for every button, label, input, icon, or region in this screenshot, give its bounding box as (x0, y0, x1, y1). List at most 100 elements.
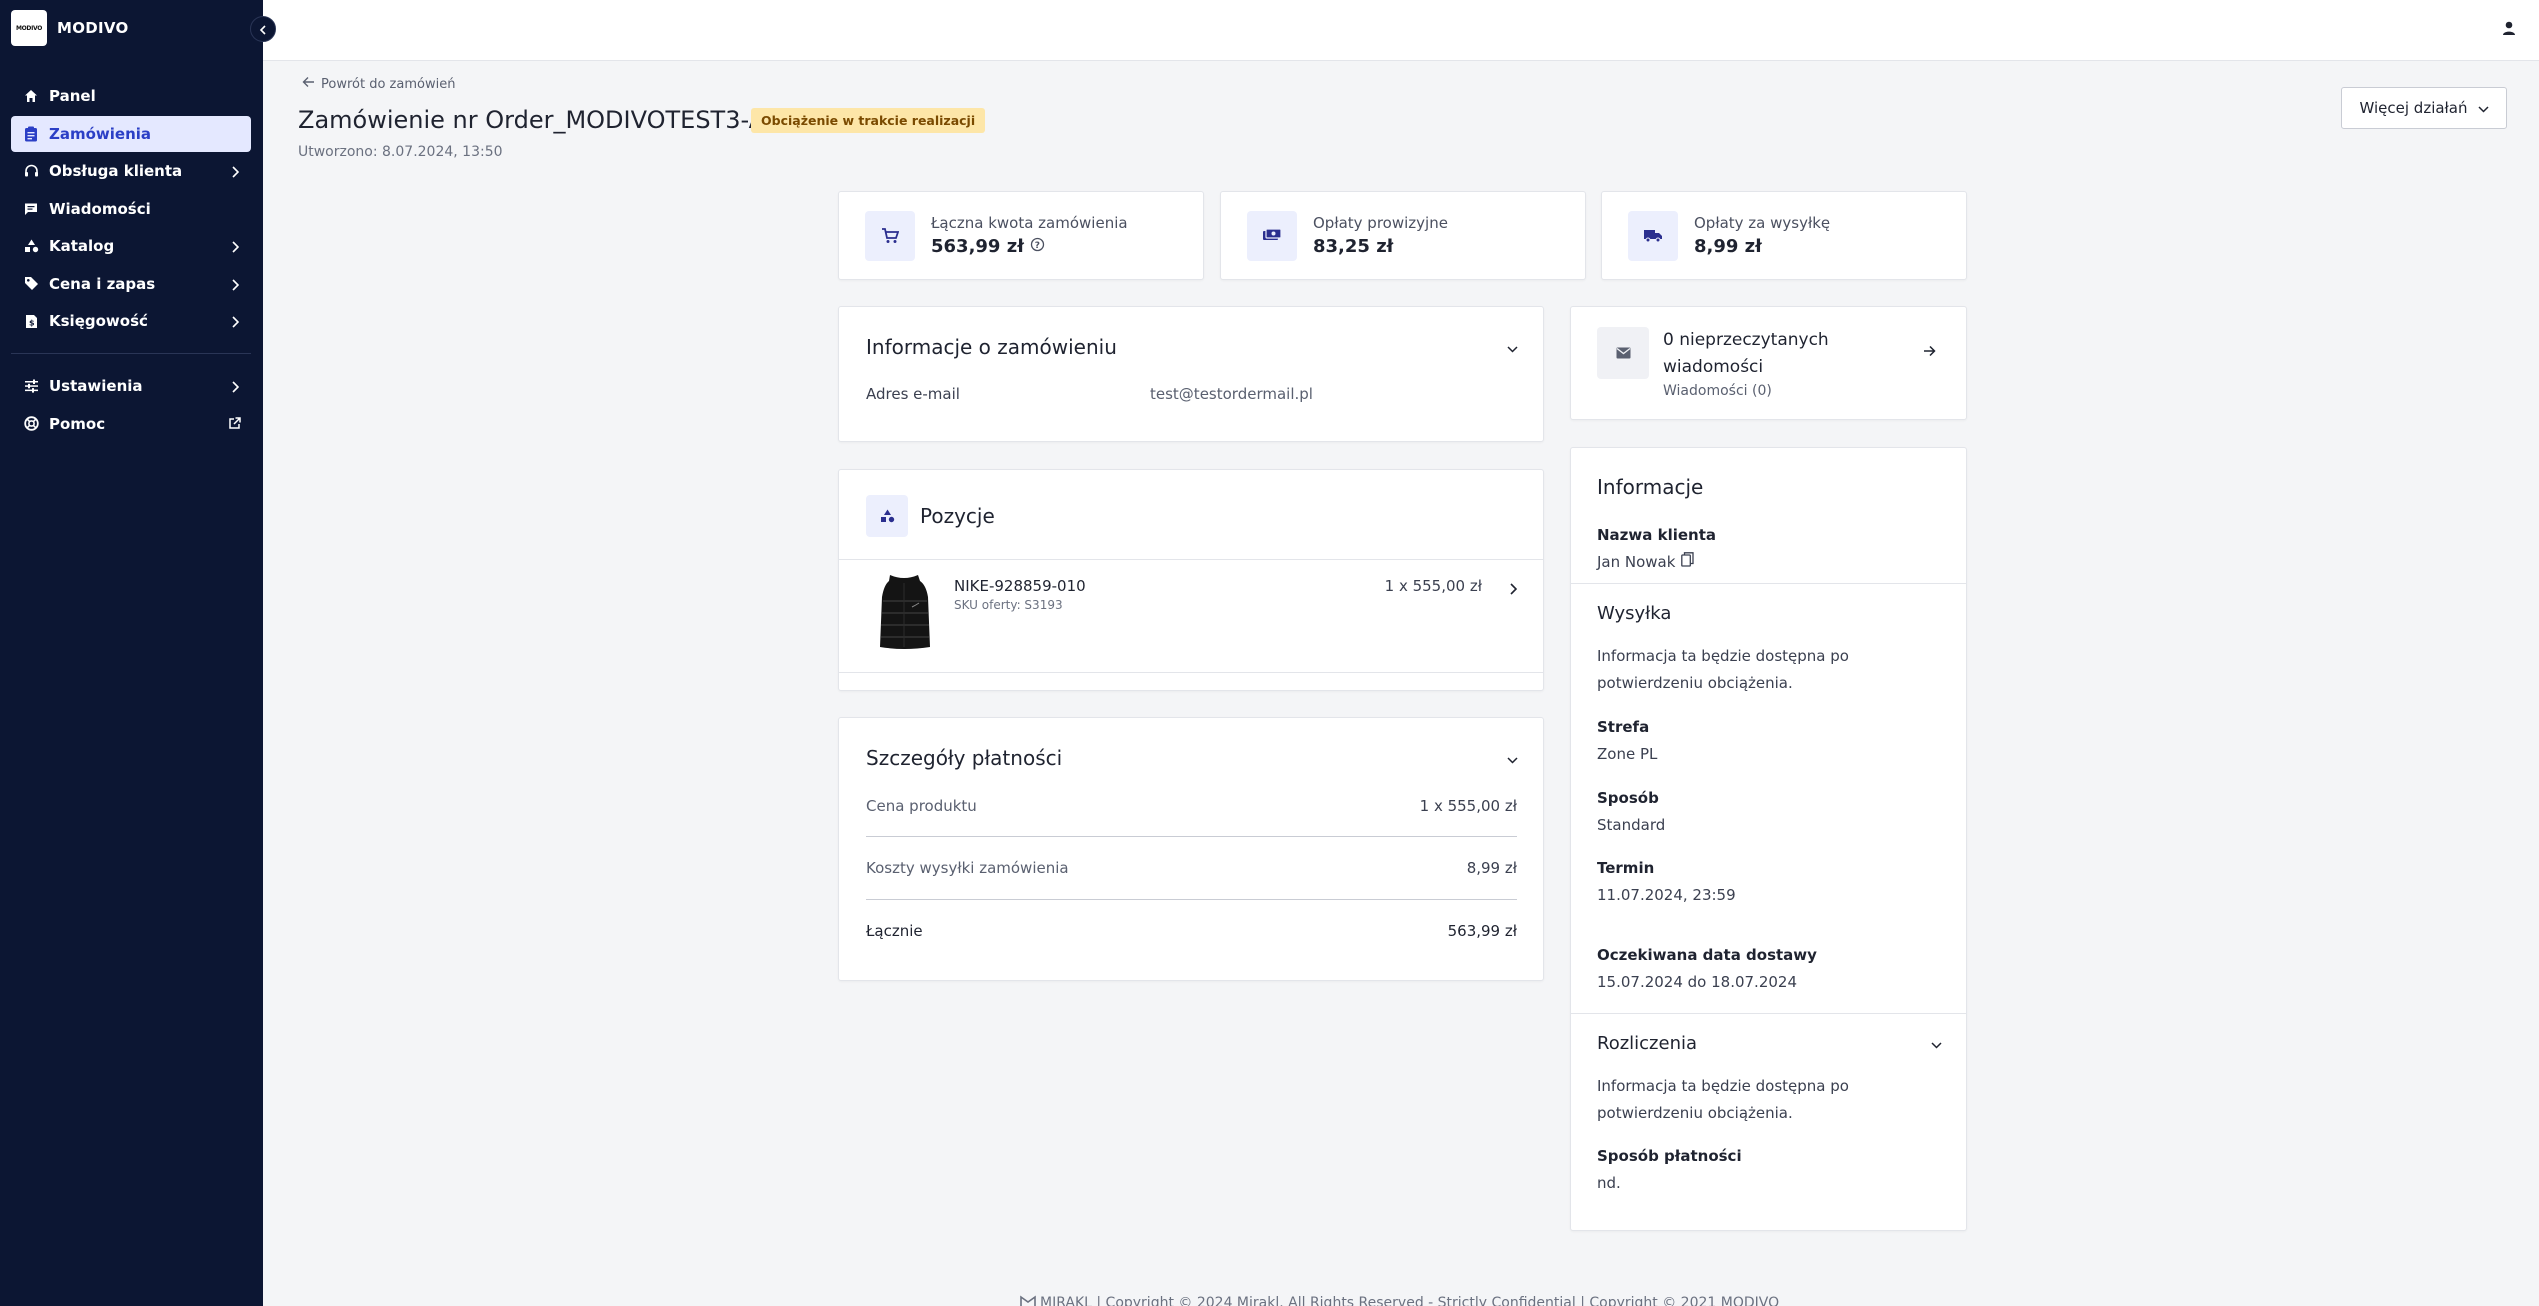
sidebar-item-accounting[interactable]: $ Księgowość (11, 303, 251, 339)
payment-details-title: Szczegóły płatności (866, 746, 1063, 770)
status-badge: Obciążenie w trakcie realizacji (751, 108, 986, 133)
page-title: Zamówienie nr Order_MODIVOTEST3-A (298, 106, 766, 134)
sidebar-item-help[interactable]: Pomoc (11, 406, 251, 442)
mirakl-logo-icon (1020, 1294, 1036, 1306)
sidebar-item-label: Wiadomości (49, 199, 151, 218)
money-icon (1247, 210, 1297, 261)
messages-card[interactable]: 0 nieprzeczytanych wiadomości Wiadomości… (1570, 306, 1967, 420)
stat-label: Opłaty za wysyłkę (1694, 214, 1831, 232)
external-link-icon (228, 416, 241, 434)
stat-card-total: Łączna kwota zamówienia 563,99 zł ? (838, 191, 1204, 280)
stat-value: 83,25 zł (1313, 236, 1394, 257)
settlements-header[interactable]: Rozliczenia (1597, 1033, 1942, 1054)
sidebar-item-label: Katalog (49, 237, 115, 255)
chevron-right-icon (231, 239, 240, 257)
customer-label: Nazwa klienta (1597, 526, 1717, 544)
chevron-right-icon (231, 164, 240, 182)
stat-card-shipping: Opłaty za wysyłkę 8,99 zł (1601, 191, 1967, 280)
stat-label: Łączna kwota zamówienia (931, 214, 1128, 232)
svg-text:$: $ (29, 318, 35, 327)
shipping-title: Wysyłka (1597, 603, 1672, 624)
svg-text:?: ? (1035, 241, 1040, 251)
user-icon[interactable] (2501, 20, 2517, 40)
clipboard-icon (23, 126, 39, 142)
product-image (876, 571, 933, 651)
expected-delivery-value: 15.07.2024 do 18.07.2024 (1597, 973, 1798, 991)
home-icon (23, 88, 39, 104)
stat-value: 8,99 zł (1694, 236, 1762, 257)
method-label: Sposób (1597, 789, 1659, 807)
chevron-down-icon (1507, 749, 1518, 768)
order-info-card: Informacje o zamówieniu Adres e-mail tes… (838, 306, 1544, 442)
created-date: Utworzono: 8.07.2024, 13:50 (298, 144, 503, 160)
shapes-icon (23, 238, 39, 254)
sidebar-item-label: Obsługa klienta (49, 162, 183, 180)
shipping-note: Informacja ta będzie dostępna po potwier… (1597, 647, 1849, 692)
payment-details-header[interactable]: Szczegóły płatności (866, 746, 1518, 770)
list-item[interactable]: NIKE-928859-010 SKU oferty: S3193 1 x 55… (839, 560, 1543, 672)
more-actions-label: Więcej działań (2359, 99, 2468, 117)
payment-row-value: 8,99 zł (1466, 859, 1517, 877)
positions-card: Pozycje NIKE-928859-010 SKU oferty: S319… (838, 469, 1544, 691)
info-divider (1571, 583, 1966, 584)
sidebar-item-orders[interactable]: Zamówienia (11, 115, 251, 152)
topbar (263, 0, 2539, 61)
positions-divider (839, 672, 1543, 673)
settlements-note: Informacja ta będzie dostępna po potwier… (1597, 1077, 1849, 1122)
payment-row-label: Łącznie (866, 922, 923, 940)
sidebar-item-panel[interactable]: Panel (11, 78, 251, 114)
copy-icon[interactable] (1681, 552, 1695, 571)
payment-details-card: Szczegóły płatności Cena produktu 1 x 55… (838, 717, 1544, 981)
invoice-icon: $ (23, 313, 39, 329)
payment-row-label: Koszty wysyłki zamówienia (866, 859, 1069, 877)
deadline-label: Termin (1597, 859, 1655, 877)
payment-method-label: Sposób płatności (1597, 1147, 1742, 1165)
arrow-left-icon (302, 76, 321, 92)
help-icon[interactable]: ? (1030, 236, 1045, 257)
chevron-down-icon (1507, 338, 1518, 357)
brand-name: MODIVO (57, 19, 129, 37)
info-divider (1571, 1013, 1966, 1014)
sidebar-item-messages[interactable]: Wiadomości (11, 191, 251, 227)
chevron-right-icon (231, 379, 240, 397)
info-panel: Informacje Nazwa klienta Jan Nowak Wysył… (1570, 447, 1967, 1231)
email-value: test@testordermail.pl (1150, 385, 1313, 403)
chevron-down-icon (2468, 99, 2489, 117)
lifebuoy-icon (23, 416, 39, 432)
product-sku: SKU oferty: S3193 (954, 598, 1063, 612)
payment-row: Koszty wysyłki zamówienia 8,99 zł (866, 859, 1517, 877)
stat-label: Opłaty prowizyjne (1313, 214, 1448, 232)
sidebar-item-settings[interactable]: Ustawienia (11, 368, 251, 404)
tag-icon (23, 276, 39, 292)
order-info-header[interactable]: Informacje o zamówieniu (866, 335, 1518, 359)
messages-subtitle: Wiadomości (0) (1663, 383, 1772, 399)
payment-row-label: Cena produktu (866, 797, 977, 815)
shapes-icon (866, 495, 908, 537)
sidebar-item-label: Księgowość (49, 312, 148, 330)
payment-row-value: 563,99 zł (1447, 922, 1517, 940)
sidebar-item-price-stock[interactable]: Cena i zapas (11, 266, 251, 302)
customer-value: Jan Nowak (1597, 552, 1676, 571)
positions-title: Pozycje (920, 504, 995, 528)
sidebar-nav: Panel Zamówienia Obsługa klienta Wiadomo… (11, 78, 251, 443)
mail-icon (1597, 327, 1649, 379)
sidebar-item-customer-service[interactable]: Obsługa klienta (11, 153, 251, 189)
stat-value: 563,99 zł (931, 236, 1024, 257)
footer: MIRAKL | Copyright © 2024 Mirakl. All Ri… (1020, 1294, 1779, 1306)
sidebar-item-catalog[interactable]: Katalog (11, 228, 251, 264)
sidebar-item-label: Pomoc (49, 414, 106, 433)
arrow-right-icon (1923, 342, 1936, 361)
messages-title: 0 nieprzeczytanych wiadomości (1663, 330, 1829, 377)
brand[interactable]: MODIVO MODIVO (11, 10, 129, 46)
zone-label: Strefa (1597, 718, 1650, 736)
chevron-left-icon (259, 20, 267, 39)
product-name: NIKE-928859-010 (954, 577, 1086, 595)
info-panel-title: Informacje (1597, 475, 1704, 499)
back-link-label: Powrót do zamówień (321, 76, 456, 92)
more-actions-button[interactable]: Więcej działań (2341, 87, 2507, 129)
payment-row: Łącznie 563,99 zł (866, 922, 1517, 940)
settlements-title: Rozliczenia (1597, 1033, 1698, 1054)
back-to-orders-link[interactable]: Powrót do zamówień (302, 76, 455, 92)
sidebar-collapse-button[interactable] (250, 16, 276, 42)
headset-icon (23, 163, 39, 179)
